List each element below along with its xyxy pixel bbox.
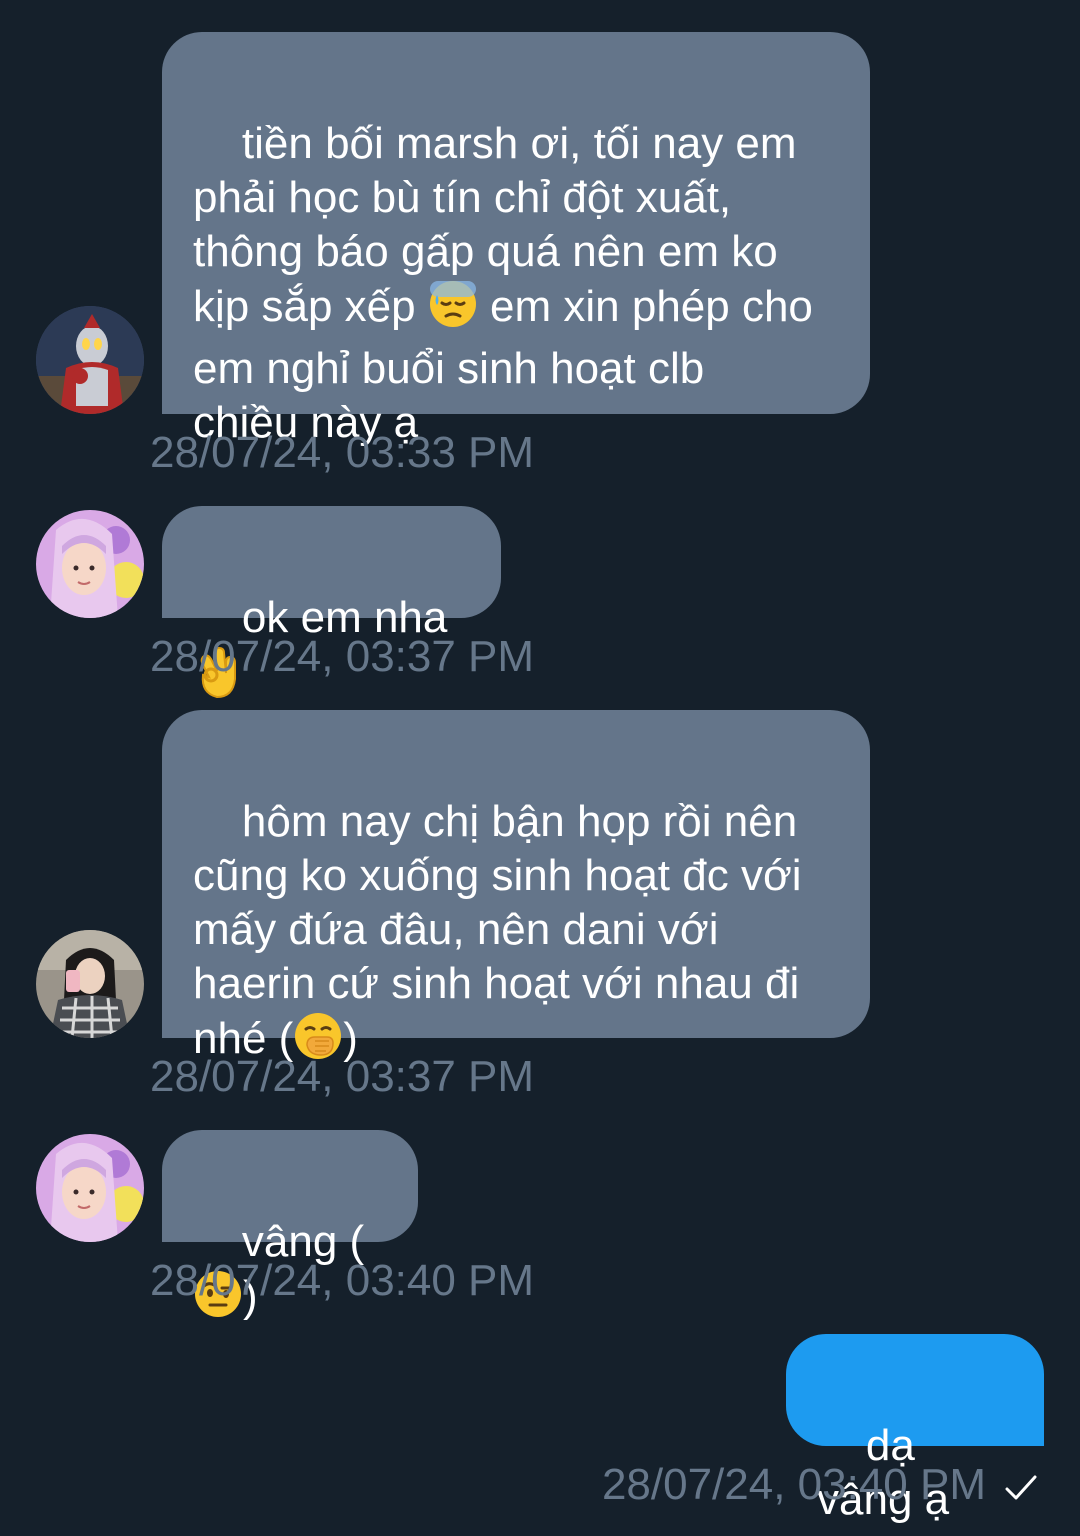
chat-thread: tiền bối marsh ơi, tối nay em phải học b… (0, 0, 1080, 1536)
girl-pink-hair-avatar[interactable] (36, 510, 144, 618)
ultraman-avatar[interactable] (36, 306, 144, 414)
message-timestamp: 28/07/24, 03:40 PM (601, 1460, 986, 1509)
message-bubble-incoming[interactable]: hôm nay chị bận họp rồi nên cũng ko xuốn… (162, 710, 870, 1063)
message-bubble-outgoing[interactable]: dạ vâng ạ (786, 1334, 1044, 1524)
message-bubble-incoming[interactable]: vâng ( ) (162, 1130, 418, 1321)
message-timestamp: 28/07/24, 03:37 PM (150, 632, 535, 681)
message-bubble-incoming[interactable]: ok em nha (162, 506, 501, 699)
message-timestamp: 28/07/24, 03:37 PM (150, 1052, 535, 1101)
message-bubble-incoming[interactable]: tiền bối marsh ơi, tối nay em phải học b… (162, 32, 870, 447)
message-timestamp: 28/07/24, 03:40 PM (150, 1256, 535, 1305)
girl-mirror-selfie-avatar[interactable] (36, 930, 144, 1038)
message-timestamp-outgoing: 28/07/24, 03:40 PM (602, 1458, 1038, 1516)
downcast-sweat-emoji (428, 279, 478, 342)
message-timestamp: 28/07/24, 03:33 PM (150, 428, 535, 477)
checkmark-icon (1004, 1462, 1038, 1516)
girl-pink-hair-avatar[interactable] (36, 1134, 144, 1242)
message-text: hôm nay chị bận họp rồi nên cũng ko xuốn… (193, 797, 802, 1063)
